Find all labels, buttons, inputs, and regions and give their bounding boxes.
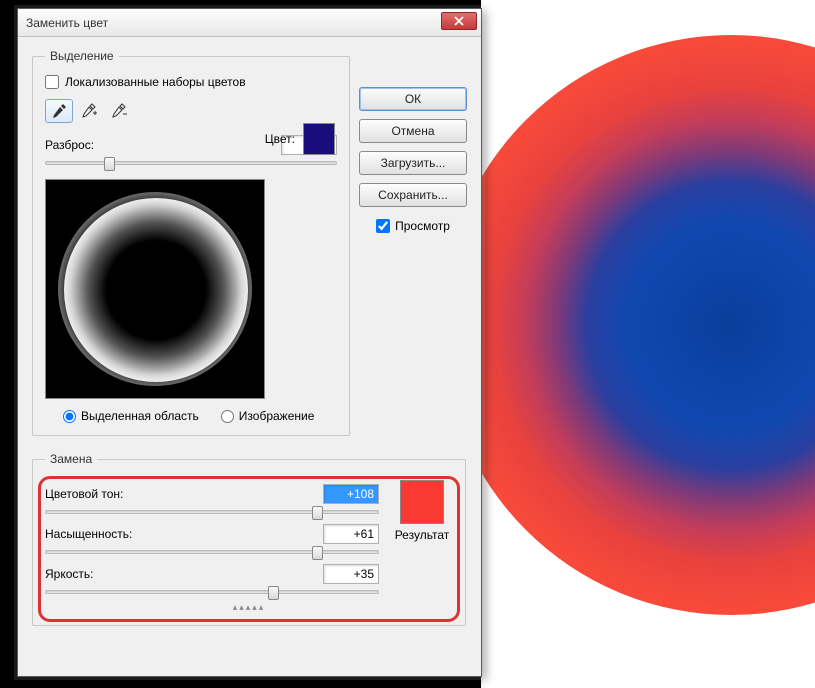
replacement-fieldset: Замена Цветовой тон: [32, 452, 466, 626]
spread-thumb[interactable] [104, 157, 115, 171]
canvas-gradient-circle [441, 35, 815, 615]
radio-image-label: Изображение [239, 409, 315, 423]
lightness-slider: Яркость: [45, 564, 379, 594]
hue-label: Цветовой тон: [45, 487, 123, 501]
saturation-thumb[interactable] [312, 546, 323, 560]
dialog-side-buttons: ОК Отмена Загрузить... Сохранить... Прос… [359, 87, 467, 233]
load-button[interactable]: Загрузить... [359, 151, 467, 175]
eyedropper-plus-icon [81, 103, 97, 119]
eyedropper-minus-icon [111, 103, 127, 119]
window-title: Заменить цвет [26, 16, 108, 30]
lightness-input[interactable] [323, 564, 379, 584]
preview-checkbox-input[interactable] [376, 219, 390, 233]
lightness-label: Яркость: [45, 567, 93, 581]
selection-legend: Выделение [45, 49, 119, 63]
lightness-thumb[interactable] [268, 586, 279, 600]
saturation-track[interactable] [45, 550, 379, 554]
spread-track[interactable] [45, 161, 337, 165]
preview-checkbox-label: Просмотр [395, 219, 450, 233]
hue-thumb[interactable] [312, 506, 323, 520]
result-label: Результат [391, 528, 453, 542]
hue-input[interactable] [323, 484, 379, 504]
saturation-input[interactable] [323, 524, 379, 544]
eyedropper-plus-tool[interactable] [75, 99, 103, 123]
titlebar[interactable]: Заменить цвет [18, 9, 481, 37]
radio-image-input[interactable] [221, 410, 234, 423]
localized-colors-checkbox[interactable]: Локализованные наборы цветов [45, 75, 337, 89]
lightness-track[interactable] [45, 590, 379, 594]
hue-track[interactable] [45, 510, 379, 514]
radio-selection[interactable]: Выделенная область [63, 409, 199, 423]
preview-checkbox[interactable]: Просмотр [359, 219, 467, 233]
localized-colors-label: Локализованные наборы цветов [65, 75, 246, 89]
dialog-content: Выделение Локализованные наборы цветов Ц… [18, 37, 481, 676]
color-label: Цвет: [265, 132, 295, 146]
source-color-swatch[interactable] [303, 123, 335, 155]
document-canvas [481, 0, 815, 688]
eyedropper-icon [51, 103, 67, 119]
canvas-fade [481, 648, 815, 688]
replacement-legend: Замена [45, 452, 97, 466]
saturation-slider: Насыщенность: [45, 524, 379, 554]
replace-color-dialog: Заменить цвет Выделение Локализованные н… [17, 8, 482, 677]
cancel-button[interactable]: Отмена [359, 119, 467, 143]
eyedropper-minus-tool[interactable] [105, 99, 133, 123]
radio-image[interactable]: Изображение [221, 409, 315, 423]
result-column: Результат [391, 478, 453, 604]
localized-colors-input[interactable] [45, 75, 59, 89]
selection-preview-mask [64, 198, 248, 382]
spread-label: Разброс: [45, 138, 94, 152]
color-row: Цвет: [265, 123, 335, 155]
close-button[interactable] [441, 12, 477, 30]
eyedropper-toolbar [45, 99, 337, 123]
preview-mode-radios: Выделенная область Изображение [45, 409, 337, 423]
radio-selection-label: Выделенная область [81, 409, 199, 423]
ok-button[interactable]: ОК [359, 87, 467, 111]
hue-slider: Цветовой тон: [45, 484, 379, 514]
saturation-label: Насыщенность: [45, 527, 132, 541]
eyedropper-tool[interactable] [45, 99, 73, 123]
radio-selection-input[interactable] [63, 410, 76, 423]
selection-preview [45, 179, 265, 399]
close-icon [454, 16, 464, 26]
selection-fieldset: Выделение Локализованные наборы цветов Ц… [32, 49, 350, 436]
result-color-swatch[interactable] [400, 480, 444, 524]
save-button[interactable]: Сохранить... [359, 183, 467, 207]
